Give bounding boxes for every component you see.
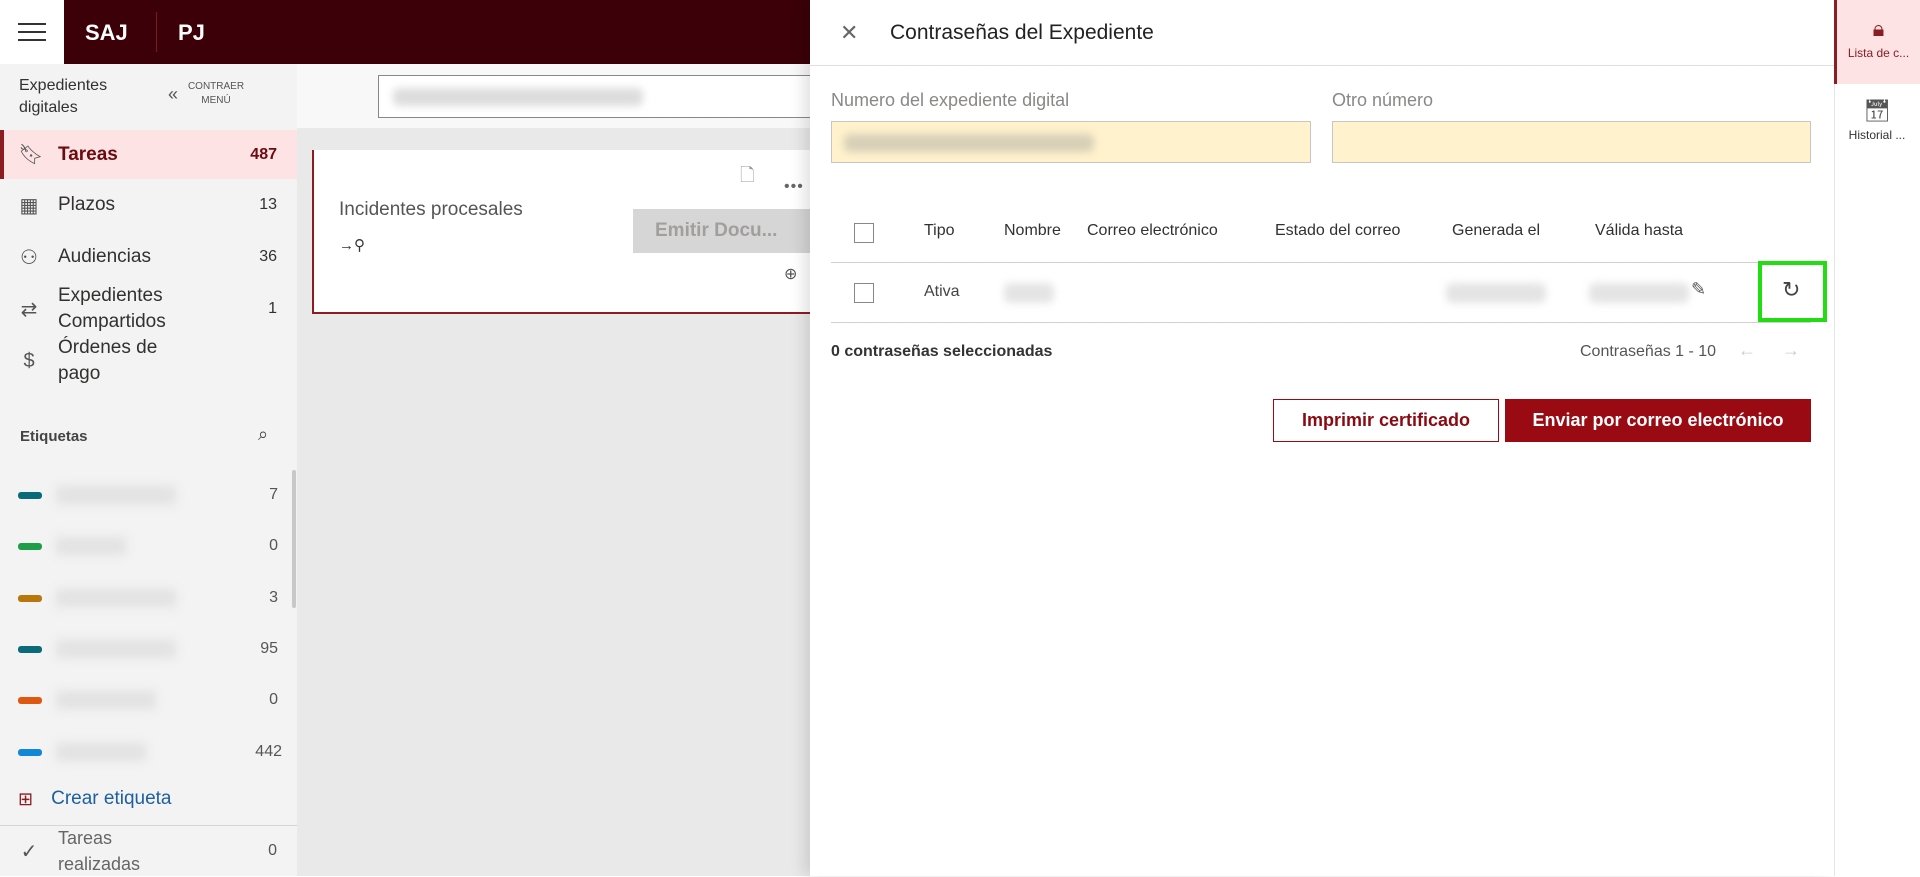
tag-color-swatch [18,594,42,602]
tag-count: 95 [260,640,278,657]
selected-count: 0 contraseñas seleccionadas [831,343,1053,360]
menu-icon [18,31,46,33]
rail-item-label: Lista de c... [1847,46,1910,60]
other-number-input[interactable] [1332,121,1811,163]
sidebar-item-tareas[interactable]: 🔖︎ Tareas 487 [0,130,297,179]
sidebar-scrollbar[interactable] [292,470,296,608]
table-row[interactable]: Ativa ✎ ↻ [831,261,1827,322]
sub-brand: PJ [178,20,205,45]
tag-item[interactable]: 7 [18,480,278,510]
lock-icon: 🔒︎ [1872,16,1885,41]
divider [810,65,1834,66]
tag-count: 3 [269,589,278,606]
brand-logo: SAJ [85,20,128,45]
field-label: Otro número [1332,90,1434,110]
sidebar-item-label: Expedientes Compartidos [58,285,166,332]
tag-count: 7 [269,486,278,503]
chevron-double-left-icon: « [168,83,179,104]
expediente-number-input[interactable] [831,121,1311,163]
assign-person-icon[interactable]: →⚲ [339,236,365,254]
panel-title: Contraseñas del Expediente [890,21,1154,44]
column-header-valida[interactable]: Válida hasta [1595,222,1683,240]
divider [831,322,1811,323]
tag-count: 442 [255,743,282,760]
tag-item[interactable]: 95 [18,634,278,664]
sidebar-item-label: Audiencias [58,246,151,267]
row-checkbox[interactable] [854,283,874,303]
collapse-menu-button[interactable]: « CONTRAER MENÚ [168,80,246,108]
column-header-estado[interactable]: Estado del correo [1275,222,1400,240]
send-email-button[interactable]: Enviar por correo electrónico [1505,399,1811,442]
tag-color-swatch [18,696,42,704]
tag-item[interactable]: 0 [18,531,278,561]
tag-item[interactable]: 3 [18,583,278,613]
field-label: Numero del expediente digital [831,90,1070,110]
column-header-generada[interactable]: Generada el [1452,222,1540,240]
search-input[interactable] [378,75,818,118]
sidebar-item-count: 1 [268,300,277,317]
rail-item-label: Historial ... [1848,128,1906,142]
column-header-tipo[interactable]: Tipo [924,222,955,240]
pagination-label: Contraseñas 1 - 10 [1580,343,1717,360]
emit-document-button[interactable]: Emitir Docu... [633,209,810,253]
cell-tipo: Ativa [924,283,960,300]
sidebar-item-label: Plazos [58,194,116,215]
divider [156,12,157,52]
calendar-clock-icon: 📅︎ [1863,98,1891,123]
close-icon[interactable]: ✕ [840,20,858,46]
calendar-icon: ▦ [19,194,39,217]
bookmark-icon: 🔖︎ [18,144,44,166]
regenerate-button[interactable]: ↻ [1758,261,1827,322]
tag-color-swatch [18,542,42,550]
card-title: Incidentes procesales [339,199,523,220]
print-certificate-button[interactable]: Imprimir certificado [1273,399,1499,442]
create-tag-button[interactable]: ⊞ Crear etiqueta [18,788,172,810]
sidebar-title: Expedientes digitales [19,77,108,116]
sidebar-item-count: 36 [259,248,277,265]
tag-item[interactable]: 442 [18,737,282,767]
column-header-correo[interactable]: Correo electrónico [1087,222,1218,240]
tag-add-icon: ⊞ [18,788,34,809]
tag-color-swatch [18,491,42,499]
tag-color-swatch [18,645,42,653]
sidebar-item-expedientes-compartidos[interactable]: ⇄ Expedientes Compartidos 1 [0,283,297,335]
arrow-right-icon[interactable]: → [1782,340,1800,361]
sidebar-item-tareas-realizadas[interactable]: ✓ Tareas realizadas 0 [0,826,297,876]
sidebar-item-plazos[interactable]: ▦ Plazos 13 [0,185,297,225]
sidebar-item-count: 0 [268,842,277,859]
edit-pencil-icon[interactable]: ✎ [1691,279,1706,300]
tag-item[interactable]: 0 [18,685,278,715]
tags-title: Etiquetas [20,428,88,445]
sidebar-item-label: Tareas realizadas [58,828,141,874]
collapse-label: CONTRAER MENÚ [187,81,245,106]
select-all-checkbox[interactable] [854,223,874,243]
tag-count: 0 [269,537,278,554]
sidebar-item-label: Órdenes de pago [58,337,158,384]
refresh-icon: ↻ [1782,277,1801,302]
sidebar-item-count: 487 [250,145,277,163]
add-note-icon[interactable]: ⊕ [784,264,797,284]
document-info-icon[interactable]: 🗋︎ [740,163,754,193]
people-icon: ⚇ [20,246,38,269]
checkmark-icon: ✓ [20,840,38,863]
arrow-left-icon[interactable]: ← [1738,340,1756,361]
share-person-icon: ⇄ [20,298,38,321]
sidebar-item-count: 13 [259,196,277,213]
hamburger-menu-button[interactable] [0,0,64,64]
search-icon[interactable]: ⌕ [258,424,268,445]
create-tag-label: Crear etiqueta [51,788,172,809]
tag-color-swatch [18,748,42,756]
tag-count: 0 [269,691,278,708]
column-header-nombre[interactable]: Nombre [1004,222,1061,240]
rail-item-password-list[interactable]: 🔒︎ Lista de c... [1834,0,1920,84]
sidebar-item-label: Tareas [58,143,118,165]
more-options-icon[interactable]: ••• [784,178,804,196]
sidebar-item-ordenes-de-pago[interactable]: $ Órdenes de pago [0,335,297,387]
rail-item-history[interactable]: 📅︎ Historial ... [1834,98,1920,158]
dollar-icon: $ [23,349,35,372]
sidebar-item-audiencias[interactable]: ⚇ Audiencias 36 [0,237,297,277]
